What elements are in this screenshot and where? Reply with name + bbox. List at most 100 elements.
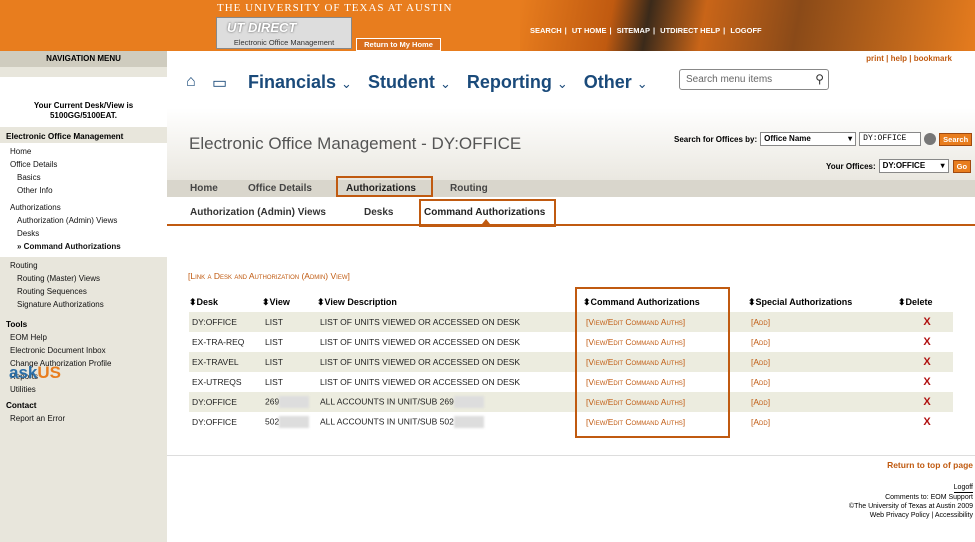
delete-icon[interactable]: X: [898, 352, 953, 372]
utdirect-help-link[interactable]: UTDIRECT HELP: [657, 26, 723, 35]
tab-auth-admin-views[interactable]: Authorization (Admin) Views: [190, 207, 326, 218]
return-home-button[interactable]: Return to My Home: [356, 38, 441, 51]
col-view-description[interactable]: ⬍View Description: [317, 292, 583, 312]
col-desk[interactable]: ⬍Desk: [189, 292, 262, 312]
nav-routing-master[interactable]: Routing (Master) Views: [0, 272, 167, 285]
delete-icon[interactable]: X: [898, 372, 953, 392]
add-special-auth-link[interactable]: [Add]: [748, 332, 898, 352]
return-to-top-link[interactable]: Return to top of page: [887, 460, 973, 470]
tab-routing[interactable]: Routing: [450, 183, 488, 194]
sitemap-link[interactable]: SITEMAP: [614, 26, 653, 35]
nav-home[interactable]: Home: [0, 145, 167, 158]
tab-authorizations-highlight: [336, 176, 433, 197]
cell-desc: LIST OF UNITS VIEWED OR ACCESSED ON DESK: [317, 352, 583, 372]
menu-reporting[interactable]: Reporting ⌄: [467, 72, 568, 93]
book-icon[interactable]: ▭: [212, 73, 230, 92]
add-special-auth-link[interactable]: [Add]: [748, 352, 898, 372]
nav-office-details[interactable]: Office Details: [0, 158, 167, 171]
chevron-down-icon: ⌄: [556, 75, 568, 91]
link-desk-link[interactable]: [Link a Desk and Authorization (Admin) V…: [188, 271, 350, 281]
tab-desks[interactable]: Desks: [364, 207, 393, 218]
add-special-auth-link[interactable]: [Add]: [748, 412, 898, 432]
nav-signature-auths[interactable]: Signature Authorizations: [0, 298, 167, 311]
redacted-block: [279, 416, 310, 428]
col-view[interactable]: ⬍View: [262, 292, 317, 312]
current-desk-info: Your Current Desk/View is 5100GG/5100EAT…: [0, 77, 167, 127]
add-special-auth-link[interactable]: [Add]: [748, 392, 898, 412]
banner-links: SEARCH | UT HOME | SITEMAP | UTDIRECT HELP |…: [527, 26, 765, 35]
nav-authorizations[interactable]: Authorizations: [0, 201, 167, 214]
primary-tabs: Home Office Details Authorizations Routi…: [167, 180, 975, 197]
nav-utilities[interactable]: Utilities: [0, 383, 167, 396]
table-row: EX-TRA-REQ LIST LIST OF UNITS VIEWED OR …: [189, 332, 953, 352]
nav-report-error[interactable]: Report an Error: [0, 412, 167, 425]
utdirect-logo[interactable]: UT DIRECT Electronic Office Management: [216, 17, 352, 49]
comments-line[interactable]: Comments to: EOM Support: [849, 493, 973, 502]
nav-basics[interactable]: Basics: [0, 171, 167, 184]
cell-view: LIST: [265, 337, 283, 347]
search-icon[interactable]: ⚲: [815, 72, 824, 86]
search-by-select[interactable]: Office Name ▾: [760, 132, 857, 146]
nav-desks[interactable]: Desks: [0, 227, 167, 240]
add-special-auth-link[interactable]: [Add]: [748, 372, 898, 392]
go-arrow-icon[interactable]: [924, 133, 937, 145]
nav-auth-admin-views[interactable]: Authorization (Admin) Views: [0, 214, 167, 227]
help-link[interactable]: help: [891, 54, 907, 63]
footer: Logoff Comments to: EOM Support ©The Uni…: [849, 483, 973, 520]
menu-financials[interactable]: Financials ⌄: [248, 72, 352, 93]
nav-routing-sequences[interactable]: Routing Sequences: [0, 285, 167, 298]
cell-desk: DY:OFFICE: [189, 312, 262, 332]
table-row: EX-UTREQS LIST LIST OF UNITS VIEWED OR A…: [189, 372, 953, 392]
nav-other-info[interactable]: Other Info: [0, 184, 167, 197]
col-delete[interactable]: ⬍Delete: [898, 292, 953, 312]
logo-text: UT DIRECT: [227, 20, 297, 35]
nav-command-auths[interactable]: » Command Authorizations: [0, 240, 167, 253]
search-link[interactable]: SEARCH: [527, 26, 565, 35]
cell-view: 502: [262, 412, 317, 432]
cell-desk: EX-TRA-REQ: [192, 337, 245, 347]
nav-routing[interactable]: Routing: [0, 259, 167, 272]
nav-doc-inbox[interactable]: Electronic Document Inbox: [0, 344, 167, 357]
your-offices-select[interactable]: DY:OFFICE ▾: [878, 159, 949, 173]
routing-nav-block: Routing Routing (Master) Views Routing S…: [0, 257, 167, 315]
logoff-link[interactable]: LOGOFF: [727, 26, 764, 35]
cell-desc: ALL ACCOUNTS IN UNIT/SUB 502: [317, 412, 583, 432]
chevron-down-icon: ⌄: [439, 75, 451, 91]
menu-student[interactable]: Student ⌄: [368, 72, 451, 93]
search-button[interactable]: Search: [939, 132, 973, 146]
active-tab-caret: [482, 219, 490, 224]
redacted-block: [279, 396, 310, 408]
logoff-footer-link[interactable]: Logoff: [953, 483, 973, 493]
cell-view: 269: [262, 392, 317, 412]
footer-links[interactable]: Web Privacy Policy | Accessibility: [849, 511, 973, 520]
print-link[interactable]: print: [866, 54, 884, 63]
desk-label: Your Current Desk/View is: [33, 101, 134, 110]
eom-section-title: Electronic Office Management: [6, 132, 124, 141]
copyright-line[interactable]: ©The University of Texas at Austin 2009: [849, 502, 973, 511]
delete-icon[interactable]: X: [898, 312, 953, 332]
nav-eom-help[interactable]: EOM Help: [0, 331, 167, 344]
tab-office-details[interactable]: Office Details: [248, 183, 312, 194]
delete-icon[interactable]: X: [898, 332, 953, 352]
tools-title: Tools: [6, 320, 28, 329]
menu-other[interactable]: Other ⌄: [584, 72, 648, 93]
nav-header: NAVIGATION MENU: [0, 51, 167, 67]
delete-icon[interactable]: X: [898, 392, 953, 412]
bookmark-link[interactable]: bookmark: [914, 54, 952, 63]
utility-links: print | help | bookmark: [866, 54, 952, 63]
go-button[interactable]: Go: [952, 159, 972, 173]
main-nav: ⌂ ▭ Financials ⌄ Student ⌄ Reporting ⌄ Othe…: [186, 68, 664, 96]
auth-nav-block: Authorizations Authorization (Admin) Vie…: [0, 201, 167, 257]
askus-logo[interactable]: askUS: [9, 363, 61, 383]
menu-search-input[interactable]: Search menu items ⚲: [679, 69, 829, 90]
eom-nav-block: Home Office Details Basics Other Info: [0, 143, 167, 201]
col-special-auths[interactable]: ⬍Special Authorizations: [748, 292, 898, 312]
chevron-down-icon: ⌄: [341, 75, 352, 91]
ut-home-link[interactable]: UT HOME: [569, 26, 610, 35]
cell-desk: DY:OFFICE: [189, 392, 262, 412]
home-icon[interactable]: ⌂: [186, 73, 204, 91]
office-search-input[interactable]: DY:OFFICE: [859, 132, 922, 146]
add-special-auth-link[interactable]: [Add]: [748, 312, 898, 332]
delete-icon[interactable]: X: [898, 412, 953, 432]
tab-home[interactable]: Home: [190, 183, 218, 194]
